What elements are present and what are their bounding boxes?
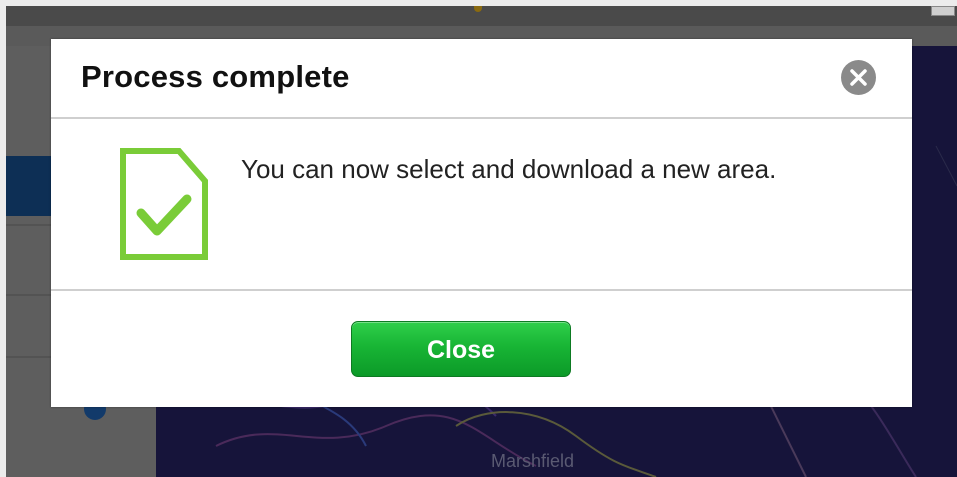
process-complete-dialog: Process complete You can now select and … (51, 39, 912, 407)
close-x-icon[interactable] (841, 60, 876, 95)
dialog-body: You can now select and download a new ar… (51, 119, 912, 291)
screen: Marshfield Process complete You can now … (0, 0, 957, 477)
sidebar-active-item[interactable] (6, 156, 51, 216)
close-button[interactable]: Close (351, 321, 571, 377)
document-check-icon (119, 147, 209, 266)
toolbar-indicator-icon (474, 6, 482, 12)
map-place-label: Marshfield (491, 451, 575, 471)
dialog-title: Process complete (81, 59, 350, 94)
grid-icon[interactable] (931, 6, 955, 16)
dialog-header: Process complete (51, 39, 912, 119)
dialog-footer: Close (51, 291, 912, 407)
app-toolbar (6, 6, 957, 26)
dialog-message: You can now select and download a new ar… (241, 154, 777, 184)
